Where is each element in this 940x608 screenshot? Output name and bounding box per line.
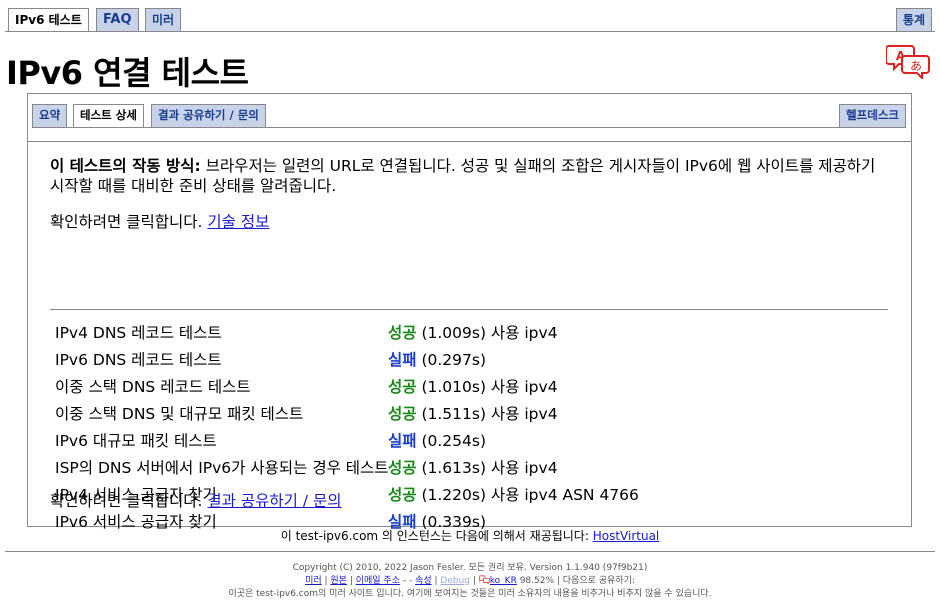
test-status: 성공: [388, 324, 417, 342]
divider: [50, 309, 888, 310]
hostvirtual-link[interactable]: HostVirtual: [593, 529, 660, 543]
sub-nav-divider: [32, 127, 906, 128]
test-status: 성공: [388, 486, 417, 504]
test-detail: (0.254s): [416, 432, 487, 450]
language-icon: [479, 575, 490, 585]
copyright: Copyright (C) 2010, 2022 Jason Fesler. 모…: [292, 563, 648, 573]
test-status: 성공: [388, 378, 417, 396]
tab-stats[interactable]: 통계: [895, 8, 932, 31]
footer-email-link[interactable]: 이메일 주소: [356, 576, 400, 586]
intro-heading: 이 테스트의 작동 방식:: [50, 157, 201, 175]
hosted-text: 이 test-ipv6.com 의 인스턴스는 다음에 의해서 재공됩니다:: [280, 529, 593, 543]
test-detail: (1.511s) 사용 ipv4: [416, 405, 558, 423]
footer-translation-percent: 98.52% | 다음으로 공유하기:: [516, 576, 635, 586]
test-result: 성공 (1.009s) 사용 ipv4: [388, 320, 558, 347]
top-nav: IPv6 테스트 FAQ 미러 통계: [8, 8, 932, 32]
test-detail: (0.297s): [416, 351, 487, 369]
page-title: IPv6 연결 테스트: [6, 54, 249, 92]
tab-ipv6-test[interactable]: IPv6 테스트: [8, 8, 89, 32]
test-label: IPv6 대규모 패킷 테스트: [55, 432, 217, 450]
intro-text: 이 테스트의 작동 방식: 브라우저는 일련의 URL로 연결됩니다. 성공 및…: [50, 156, 890, 196]
footer-divider: [5, 551, 935, 552]
footer: Copyright (C) 2010, 2022 Jason Fesler. 모…: [0, 562, 940, 601]
top-nav-divider: [5, 31, 935, 32]
sub-nav-border: [28, 141, 911, 142]
footer-source-link[interactable]: 원본: [330, 576, 347, 586]
tab-share-results[interactable]: 결과 공유하기 / 문의: [151, 104, 266, 127]
hosted-by: 이 test-ipv6.com 의 인스턴스는 다음에 의해서 재공됩니다: H…: [0, 527, 940, 544]
test-result: 실패 (0.297s): [388, 347, 486, 374]
tab-summary[interactable]: 요약: [32, 104, 68, 127]
test-status: 성공: [388, 405, 417, 423]
mirror-disclaimer: 이곳은 test-ipv6.com의 미러 사이트 입니다. 여기에 보여지는 …: [228, 589, 712, 599]
footer-links: 미러 | 원본 | 이메일 주소 - - 속성 | Debug | ko_KR …: [305, 575, 635, 586]
test-status: 성공: [388, 459, 417, 477]
footer-separator: -: [399, 576, 409, 586]
test-detail: (1.220s) 사용 ipv4 ASN 4766: [416, 486, 639, 504]
tech-info-line: 확인하려면 클릭합니다. 기술 정보: [50, 210, 269, 232]
test-result: 성공 (1.220s) 사용 ipv4 ASN 4766: [388, 482, 639, 509]
tech-info-prefix: 확인하려면 클릭합니다.: [50, 213, 208, 231]
test-label: 이중 스택 DNS 레코드 테스트: [55, 378, 251, 396]
tab-faq[interactable]: FAQ: [96, 8, 139, 31]
tab-test-details[interactable]: 테스트 상세: [73, 104, 144, 128]
test-detail: (1.613s) 사용 ipv4: [416, 459, 558, 477]
test-label: ISP의 DNS 서버에서 IPv6가 사용되는 경우 테스트: [55, 459, 389, 477]
footer-debug-link[interactable]: Debug: [440, 576, 470, 586]
tech-info-link[interactable]: 기술 정보: [207, 213, 269, 231]
test-detail: (1.010s) 사용 ipv4: [416, 378, 558, 396]
test-detail: (1.009s) 사용 ipv4: [416, 324, 558, 342]
test-details-content: 이 테스트의 작동 방식: 브라우저는 일련의 URL로 연결됩니다. 성공 및…: [50, 156, 890, 531]
test-status: 실패: [388, 432, 417, 450]
footer-mirror-link[interactable]: 미러: [305, 576, 322, 586]
main-panel: 요약 테스트 상세 결과 공유하기 / 문의 헬프데스크 이 테스트의 작동 방…: [27, 93, 912, 531]
footer-attribution-link[interactable]: 속성: [415, 576, 432, 586]
footer-locale-link[interactable]: ko_KR: [490, 576, 517, 586]
test-label: 이중 스택 DNS 및 대규모 패킷 테스트: [55, 405, 304, 423]
test-result: 성공 (1.613s) 사용 ipv4: [388, 455, 558, 482]
test-label: IPv6 DNS 레코드 테스트: [55, 351, 222, 369]
test-label: IPv4 DNS 레코드 테스트: [55, 324, 222, 342]
tab-helpdesk[interactable]: 헬프데스크: [839, 104, 906, 127]
test-result: 실패 (0.254s): [388, 428, 486, 455]
svg-text:あ: あ: [910, 59, 922, 73]
sub-nav: 요약 테스트 상세 결과 공유하기 / 문의 헬프데스크: [28, 94, 911, 142]
test-result: 성공 (1.511s) 사용 ipv4: [388, 401, 558, 428]
test-result: 성공 (1.010s) 사용 ipv4: [388, 374, 558, 401]
language-icon[interactable]: A あ: [886, 43, 932, 79]
share-prefix: 확인하려면 클릭합니다.: [50, 492, 208, 510]
test-status: 실패: [388, 351, 417, 369]
tab-mirror[interactable]: 미러: [145, 8, 182, 31]
share-results-link[interactable]: 결과 공유하기 / 문의: [207, 492, 341, 510]
share-line: 확인하려면 클릭합니다. 결과 공유하기 / 문의: [50, 489, 341, 511]
